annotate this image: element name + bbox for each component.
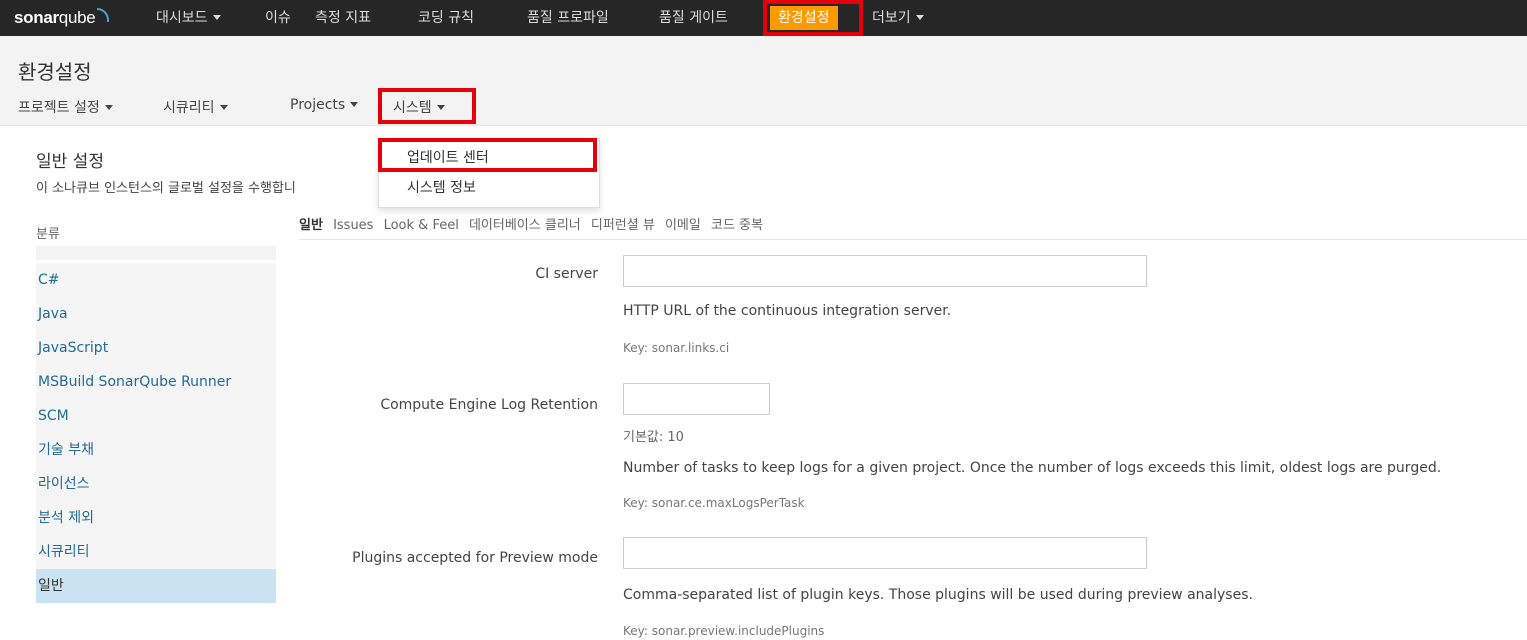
category-item[interactable]: 분석 제외 xyxy=(36,501,276,535)
field-key: Key: sonar.links.ci xyxy=(623,341,730,355)
field-key: Key: sonar.ce.maxLogsPerTask xyxy=(623,496,805,510)
settings-tabs: 일반 Issues Look & Feel 데이터베이스 클리너 디퍼런셜 뷰 … xyxy=(299,214,769,233)
tab-issues[interactable]: Issues xyxy=(333,218,373,233)
sonarqube-logo[interactable]: sonarqube xyxy=(14,8,110,28)
field-description: Comma-separated list of plugin keys. Tho… xyxy=(623,587,1253,603)
nav-rules[interactable]: 코딩 규칙 xyxy=(418,0,474,36)
field-label: Plugins accepted for Preview mode xyxy=(352,550,598,566)
ci-server-input[interactable] xyxy=(623,255,1147,287)
field-description: Number of tasks to keep logs for a given… xyxy=(623,460,1442,476)
menu-item-system-info[interactable]: 시스템 정보 xyxy=(407,177,476,197)
preview-plugins-input[interactable] xyxy=(623,537,1147,569)
field-description: HTTP URL of the continuous integration s… xyxy=(623,303,952,319)
caret-down-icon xyxy=(104,104,113,110)
category-spacer xyxy=(36,246,276,260)
menu-item-update-center[interactable]: 업데이트 센터 xyxy=(407,147,489,167)
tab-look-and-feel[interactable]: Look & Feel xyxy=(384,218,459,233)
category-item[interactable]: C# xyxy=(36,263,276,297)
log-retention-input[interactable] xyxy=(623,383,770,415)
category-item[interactable]: MSBuild SonarQube Runner xyxy=(36,365,276,399)
page-header xyxy=(0,36,1527,126)
category-list: C# Java JavaScript MSBuild SonarQube Run… xyxy=(36,246,276,603)
field-key: Key: sonar.preview.includePlugins xyxy=(623,624,825,638)
nav-quality-profiles[interactable]: 품질 프로파일 xyxy=(527,0,609,36)
category-item-active[interactable]: 일반 xyxy=(36,569,276,603)
category-item[interactable]: 시큐리티 xyxy=(36,535,276,569)
nav-quality-gates[interactable]: 품질 게이트 xyxy=(659,0,728,36)
category-item[interactable]: JavaScript xyxy=(36,331,276,365)
nav-more[interactable]: 더보기 xyxy=(872,0,924,36)
subnav-projects[interactable]: Projects xyxy=(290,97,359,113)
logo-arc-icon xyxy=(97,8,110,22)
caret-down-icon xyxy=(350,101,359,107)
page-title: 환경설정 xyxy=(18,60,92,84)
caret-down-icon xyxy=(212,14,221,20)
category-item[interactable]: 기술 부채 xyxy=(36,433,276,467)
section-description: 이 소나큐브 인스턴스의 글로벌 설정을 수행합니 xyxy=(36,181,296,196)
category-item[interactable]: SCM xyxy=(36,399,276,433)
tabs-divider xyxy=(299,239,1527,240)
nav-settings[interactable]: 환경설정 xyxy=(770,6,838,30)
caret-down-icon xyxy=(219,104,228,110)
tab-general[interactable]: 일반 xyxy=(299,218,323,233)
caret-down-icon xyxy=(436,104,445,110)
nav-issues[interactable]: 이슈 xyxy=(265,0,291,36)
category-item[interactable]: 라이선스 xyxy=(36,467,276,501)
subnav-system[interactable]: 시스템 xyxy=(393,97,445,117)
tab-database-cleaner[interactable]: 데이터베이스 클리너 xyxy=(469,218,581,233)
nav-dashboards[interactable]: 대시보드 xyxy=(156,0,221,36)
category-item[interactable]: Java xyxy=(36,297,276,331)
subnav-project-settings[interactable]: 프로젝트 설정 xyxy=(18,97,113,117)
nav-measures[interactable]: 측정 지표 xyxy=(315,0,371,36)
category-heading: 분류 xyxy=(36,227,60,242)
field-label: Compute Engine Log Retention xyxy=(380,397,598,413)
top-navbar: sonarqube 대시보드 이슈 측정 지표 코딩 규칙 품질 프로파일 품질… xyxy=(0,0,1527,36)
subnav-security[interactable]: 시큐리티 xyxy=(163,97,228,117)
system-dropdown-menu: 업데이트 센터 시스템 정보 xyxy=(378,138,600,208)
tab-email[interactable]: 이메일 xyxy=(665,218,701,233)
tab-differential-views[interactable]: 디퍼런셜 뷰 xyxy=(591,218,655,233)
tab-duplications[interactable]: 코드 중복 xyxy=(711,218,763,233)
section-title: 일반 설정 xyxy=(36,152,104,172)
field-default-value: 기본값: 10 xyxy=(623,430,684,445)
caret-down-icon xyxy=(915,14,924,20)
field-label: CI server xyxy=(535,266,598,282)
